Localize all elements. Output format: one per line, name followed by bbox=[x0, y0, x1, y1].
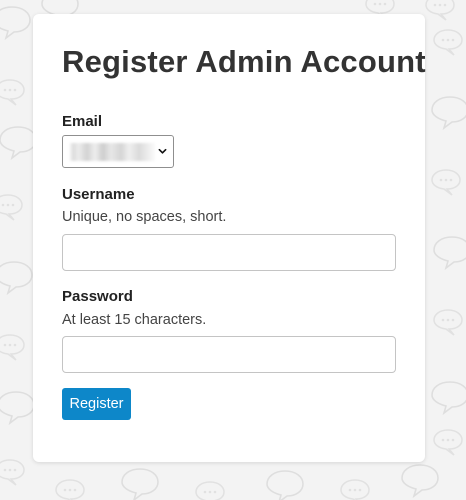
username-hint: Unique, no spaces, short. bbox=[62, 209, 227, 225]
password-hint: At least 15 characters. bbox=[62, 312, 207, 328]
username-label: Username bbox=[62, 186, 135, 203]
password-label: Password bbox=[62, 288, 133, 305]
register-button[interactable]: Register bbox=[62, 388, 131, 420]
username-input[interactable] bbox=[62, 234, 396, 271]
email-select[interactable]: ██████████ bbox=[62, 135, 174, 168]
page-title: Register Admin Account bbox=[62, 44, 426, 79]
chevron-down-icon bbox=[158, 148, 167, 154]
register-card: Register Admin Account Email ██████████ … bbox=[33, 14, 426, 462]
email-label: Email bbox=[62, 113, 103, 130]
email-selected-value: ██████████ bbox=[69, 143, 155, 161]
password-input[interactable] bbox=[62, 336, 396, 373]
